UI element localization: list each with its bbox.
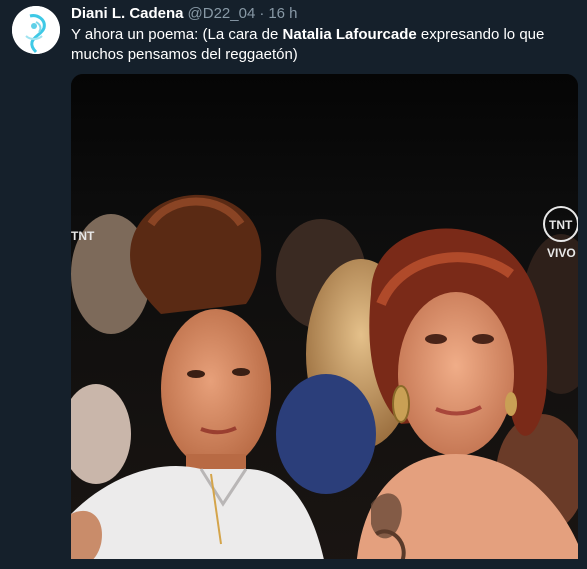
- avatar-illustration-icon: [12, 6, 60, 54]
- tweet-media-photo[interactable]: TNT TNT VIVO: [71, 74, 578, 569]
- tweet-text: Y ahora un poema: (La cara de Natalia La…: [71, 25, 576, 65]
- photo-image: TNT TNT VIVO: [71, 74, 578, 569]
- watermark-right-top: TNT: [549, 218, 573, 232]
- tweet-text-bold-name[interactable]: Natalia Lafourcade: [283, 26, 417, 43]
- tweet-text-before: Y ahora un poema: (La cara de: [71, 26, 283, 43]
- display-name[interactable]: Diani L. Cadena: [71, 5, 184, 22]
- separator-dot: ·: [259, 5, 265, 22]
- tweet-header: Diani L. Cadena @D22_04 · 16 h: [71, 5, 298, 23]
- tweet[interactable]: Diani L. Cadena @D22_04 · 16 h Y ahora un p…: [0, 0, 587, 569]
- user-handle[interactable]: @D22_04: [188, 5, 256, 22]
- watermark-right-bottom: VIVO: [547, 246, 576, 260]
- media-bottom-edge: [71, 559, 578, 569]
- watermark-left: TNT: [71, 229, 95, 243]
- avatar[interactable]: [12, 6, 60, 54]
- timestamp[interactable]: 16 h: [268, 5, 297, 22]
